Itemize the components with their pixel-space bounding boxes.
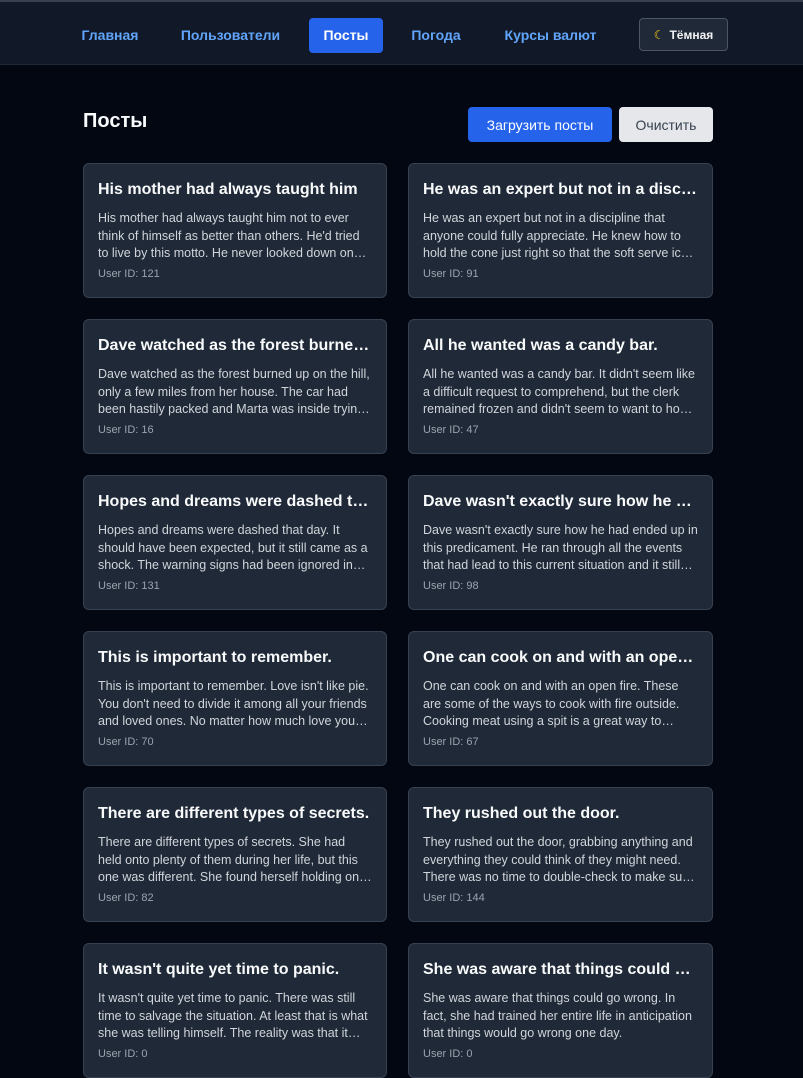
post-user-id: User ID: 144 — [423, 891, 698, 905]
user-id-label: User ID: — [98, 891, 142, 904]
post-title: One can cook on and with an open fire. — [423, 649, 698, 666]
user-id-value: 67 — [466, 735, 479, 748]
user-id-value: 70 — [141, 735, 154, 748]
post-body: One can cook on and with an open fire. T… — [423, 679, 680, 728]
user-id-value: 82 — [141, 891, 154, 904]
user-id-label: User ID: — [423, 1047, 467, 1060]
user-id-label: User ID: — [98, 579, 142, 592]
user-id-value: 0 — [466, 1047, 473, 1060]
post-card[interactable]: There are different types of secrets. The… — [83, 787, 387, 922]
post-title: He was an expert but not in a discipline — [423, 181, 698, 198]
posts-grid: His mother had always taught him His moth… — [83, 163, 713, 1078]
post-user-id: User ID: 91 — [423, 267, 698, 281]
user-id-value: 144 — [466, 891, 485, 904]
post-title: Hopes and dreams were dashed that day. — [98, 493, 372, 510]
theme-toggle-button[interactable]: ☾ Тёмная — [639, 18, 728, 51]
user-id-value: 131 — [141, 579, 160, 592]
post-card[interactable]: He was an expert but not in a discipline… — [408, 163, 713, 298]
nav-currency-rates[interactable]: Курсы валют — [493, 18, 608, 53]
post-user-id: User ID: 82 — [98, 891, 372, 905]
moon-icon: ☾ — [653, 27, 665, 42]
post-title: Dave wasn't exactly sure how he had ende… — [423, 493, 698, 510]
user-id-value: 98 — [466, 579, 479, 592]
post-user-id: User ID: 16 — [98, 423, 372, 437]
user-id-value: 91 — [466, 267, 479, 280]
post-user-id: User ID: 67 — [423, 735, 698, 749]
post-body: She was aware that things could go wrong… — [423, 991, 692, 1040]
user-id-label: User ID: — [423, 423, 467, 436]
user-id-value: 121 — [141, 267, 160, 280]
load-posts-button[interactable]: Загрузить посты — [468, 107, 612, 142]
post-body: All he wanted was a candy bar. It didn't… — [423, 367, 698, 416]
user-id-label: User ID: — [423, 267, 467, 280]
post-body: Hopes and dreams were dashed that day. I… — [98, 523, 368, 572]
user-id-label: User ID: — [98, 735, 142, 748]
post-title: All he wanted was a candy bar. — [423, 337, 658, 354]
post-card[interactable]: Dave watched as the forest burned up on … — [83, 319, 387, 454]
post-title: Dave watched as the forest burned up on … — [98, 337, 372, 354]
user-id-label: User ID: — [423, 579, 467, 592]
nav-weather[interactable]: Погода — [400, 18, 472, 53]
user-id-label: User ID: — [98, 423, 142, 436]
clear-button[interactable]: Очистить — [619, 107, 713, 142]
post-user-id: User ID: 121 — [98, 267, 372, 281]
post-body: Dave wasn't exactly sure how he had ende… — [423, 523, 698, 572]
nav-home[interactable]: Главная — [70, 18, 150, 53]
post-title: It wasn't quite yet time to panic. — [98, 961, 340, 978]
post-card[interactable]: Dave wasn't exactly sure how he had ende… — [408, 475, 713, 610]
post-card[interactable]: One can cook on and with an open fire. On… — [408, 631, 713, 766]
post-body: It wasn't quite yet time to panic. There… — [98, 991, 368, 1040]
nav-posts[interactable]: Посты — [309, 18, 383, 53]
theme-toggle-label: Тёмная — [669, 27, 714, 42]
post-title: They rushed out the door. — [423, 805, 620, 822]
post-card[interactable]: This is important to remember. This is im… — [83, 631, 387, 766]
post-card[interactable]: Hopes and dreams were dashed that day. Ho… — [83, 475, 387, 610]
post-user-id: User ID: 70 — [98, 735, 372, 749]
post-user-id: User ID: 131 — [98, 579, 372, 593]
page-title: Посты — [83, 110, 148, 132]
nav-users[interactable]: Пользователи — [170, 18, 291, 53]
post-card[interactable]: She was aware that things could go wrong… — [408, 943, 713, 1078]
user-id-value: 47 — [466, 423, 479, 436]
post-body: They rushed out the door, grabbing anyth… — [423, 835, 694, 884]
post-title: There are different types of secrets. — [98, 805, 370, 822]
post-title: This is important to remember. — [98, 649, 332, 666]
post-body: Dave watched as the forest burned up on … — [98, 367, 370, 416]
post-user-id: User ID: 98 — [423, 579, 698, 593]
post-title: His mother had always taught him — [98, 181, 358, 198]
user-id-label: User ID: — [98, 1047, 142, 1060]
post-body: He was an expert but not in a discipline… — [423, 211, 688, 260]
post-title: She was aware that things could go wrong… — [423, 961, 698, 978]
post-body: His mother had always taught him not to … — [98, 211, 360, 260]
user-id-value: 16 — [141, 423, 154, 436]
user-id-label: User ID: — [423, 735, 467, 748]
user-id-label: User ID: — [98, 267, 142, 280]
post-card[interactable]: His mother had always taught him His moth… — [83, 163, 387, 298]
post-body: There are different types of secrets. Sh… — [98, 835, 370, 884]
post-card[interactable]: It wasn't quite yet time to panic. It was… — [83, 943, 387, 1078]
post-body: This is important to remember. Love isn'… — [98, 679, 369, 728]
post-card[interactable]: All he wanted was a candy bar. All he wan… — [408, 319, 713, 454]
top-navigation: Главная Пользователи Посты Погода Курсы … — [0, 0, 803, 65]
user-id-label: User ID: — [423, 891, 467, 904]
post-card[interactable]: They rushed out the door. They rushed out… — [408, 787, 713, 922]
user-id-value: 0 — [141, 1047, 148, 1060]
post-user-id: User ID: 47 — [423, 423, 698, 437]
